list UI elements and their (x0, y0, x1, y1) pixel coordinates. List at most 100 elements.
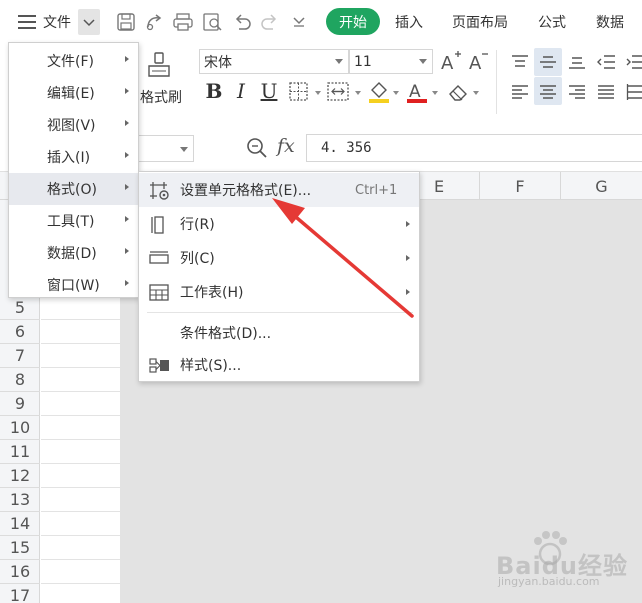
menu-item-data[interactable]: 数据(D) (9, 237, 138, 269)
chevron-down-icon[interactable] (432, 91, 438, 95)
increase-font-size-icon[interactable]: A (440, 49, 462, 77)
tab-formulas[interactable]: 公式 (538, 0, 566, 44)
row-header-11[interactable]: 11 (0, 440, 40, 464)
row-header-16[interactable]: 16 (0, 560, 40, 584)
watermark: Baidu经验 jingyan.baidu.com (486, 530, 636, 592)
merge-cells-icon[interactable] (327, 82, 351, 106)
align-middle-icon[interactable] (539, 54, 557, 74)
undo-icon[interactable] (232, 12, 252, 36)
menu-item-file[interactable]: 文件(F) (9, 45, 138, 77)
row-header-12[interactable]: 12 (0, 464, 40, 488)
tab-home[interactable]: 开始 (326, 8, 380, 35)
insert-function-icon[interactable]: fx (277, 135, 295, 157)
zoom-formula-icon[interactable] (246, 137, 268, 163)
align-bottom-icon[interactable] (568, 54, 586, 74)
row-header-9[interactable]: 9 (0, 392, 40, 416)
row-header-10[interactable]: 10 (0, 416, 40, 440)
format-painter-icon[interactable] (146, 52, 172, 86)
underline-button[interactable]: U (257, 79, 281, 103)
redo-icon[interactable] (260, 12, 280, 36)
grid-line (480, 200, 481, 603)
menu-item-label: 编辑(E) (47, 86, 95, 102)
menu-item-view[interactable]: 视图(V) (9, 109, 138, 141)
chevron-right-icon (125, 216, 129, 222)
chevron-right-icon (125, 152, 129, 158)
quick-access-more-icon[interactable] (292, 14, 306, 32)
chevron-down-icon[interactable] (355, 91, 361, 95)
align-top-icon[interactable] (511, 54, 529, 74)
print-preview-icon[interactable] (202, 12, 224, 36)
menu-item-label: 窗口(W) (47, 278, 100, 294)
row-header-17[interactable]: 17 (0, 584, 40, 603)
submenu-item-column[interactable]: 列(C) (139, 241, 419, 275)
submenu-item-style[interactable]: 样式(S)... (139, 348, 419, 382)
submenu-item-conditional-format[interactable]: 条件格式(D)... (139, 316, 419, 350)
row-header-6[interactable]: 6 (0, 320, 40, 344)
tab-data[interactable]: 数据 (596, 0, 624, 44)
tab-insert[interactable]: 插入 (395, 0, 423, 44)
submenu-item-worksheet[interactable]: 工作表(H) (139, 275, 419, 309)
row-header-15[interactable]: 15 (0, 536, 40, 560)
row-header-8[interactable]: 8 (0, 368, 40, 392)
italic-button[interactable]: I (229, 79, 253, 103)
increase-indent-icon[interactable] (626, 54, 642, 74)
chevron-down-icon[interactable] (393, 91, 399, 95)
row-header-14[interactable]: 14 (0, 512, 40, 536)
chevron-right-icon (125, 88, 129, 94)
file-menu-label[interactable]: 文件 (43, 0, 71, 44)
format-painter-label[interactable]: 格式刷 (140, 87, 182, 107)
ribbon-divider (496, 50, 497, 114)
menu-item-tools[interactable]: 工具(T) (9, 205, 138, 237)
name-box[interactable] (135, 135, 194, 162)
chevron-down-icon (419, 59, 427, 64)
row-header-13[interactable]: 13 (0, 488, 40, 512)
menu-item-window[interactable]: 窗口(W) (9, 269, 138, 301)
chevron-down-icon[interactable] (180, 147, 188, 152)
chevron-down-icon[interactable] (315, 91, 321, 95)
submenu-item-format-cells[interactable]: 设置单元格格式(E)... Ctrl+1 (139, 173, 419, 207)
svg-text:A: A (469, 53, 482, 73)
column-header-f[interactable]: F (480, 172, 561, 200)
chevron-right-icon (406, 289, 410, 295)
formula-input[interactable]: 4. 356 (306, 134, 642, 162)
menu-item-label: 格式(O) (47, 182, 97, 198)
menu-item-label: 数据(D) (47, 246, 97, 262)
font-color-icon[interactable]: A (406, 80, 428, 108)
chevron-down-icon (335, 59, 343, 64)
font-size-select[interactable]: 11 (349, 49, 433, 74)
align-right-icon[interactable] (568, 84, 586, 104)
decrease-font-size-icon[interactable]: A (468, 49, 490, 77)
style-icon (149, 356, 171, 380)
clear-format-icon[interactable] (447, 82, 471, 106)
chevron-right-icon (125, 280, 129, 286)
chevron-down-icon[interactable] (78, 9, 100, 35)
save-icon[interactable] (116, 12, 136, 36)
print-icon[interactable] (172, 12, 194, 36)
justify-icon[interactable] (597, 84, 615, 104)
fill-color-icon[interactable] (368, 80, 390, 108)
submenu-item-label: 条件格式(D)... (180, 326, 272, 342)
export-icon[interactable] (144, 12, 164, 36)
font-name-select[interactable]: 宋体 (199, 49, 349, 74)
menu-item-label: 视图(V) (47, 118, 96, 134)
tab-page-layout[interactable]: 页面布局 (452, 0, 508, 44)
bold-button[interactable]: B (202, 79, 226, 103)
hamburger-menu-icon[interactable] (18, 15, 36, 29)
submenu-item-label: 样式(S)... (180, 358, 242, 374)
chevron-right-icon (125, 56, 129, 62)
distributed-align-icon[interactable] (626, 84, 642, 104)
menu-item-edit[interactable]: 编辑(E) (9, 77, 138, 109)
borders-icon[interactable] (289, 82, 311, 106)
menu-item-format[interactable]: 格式(O) (9, 173, 138, 205)
align-center-icon[interactable] (539, 84, 557, 104)
align-left-icon[interactable] (511, 84, 529, 104)
menu-item-label: 文件(F) (47, 54, 94, 70)
cell-format-icon (149, 181, 171, 205)
submenu-item-row[interactable]: 行(R) (139, 207, 419, 241)
menu-item-insert[interactable]: 插入(I) (9, 141, 138, 173)
column-icon (149, 249, 171, 273)
decrease-indent-icon[interactable] (596, 54, 616, 74)
column-header-g[interactable]: G (561, 172, 642, 200)
row-header-7[interactable]: 7 (0, 344, 40, 368)
chevron-down-icon[interactable] (473, 91, 479, 95)
